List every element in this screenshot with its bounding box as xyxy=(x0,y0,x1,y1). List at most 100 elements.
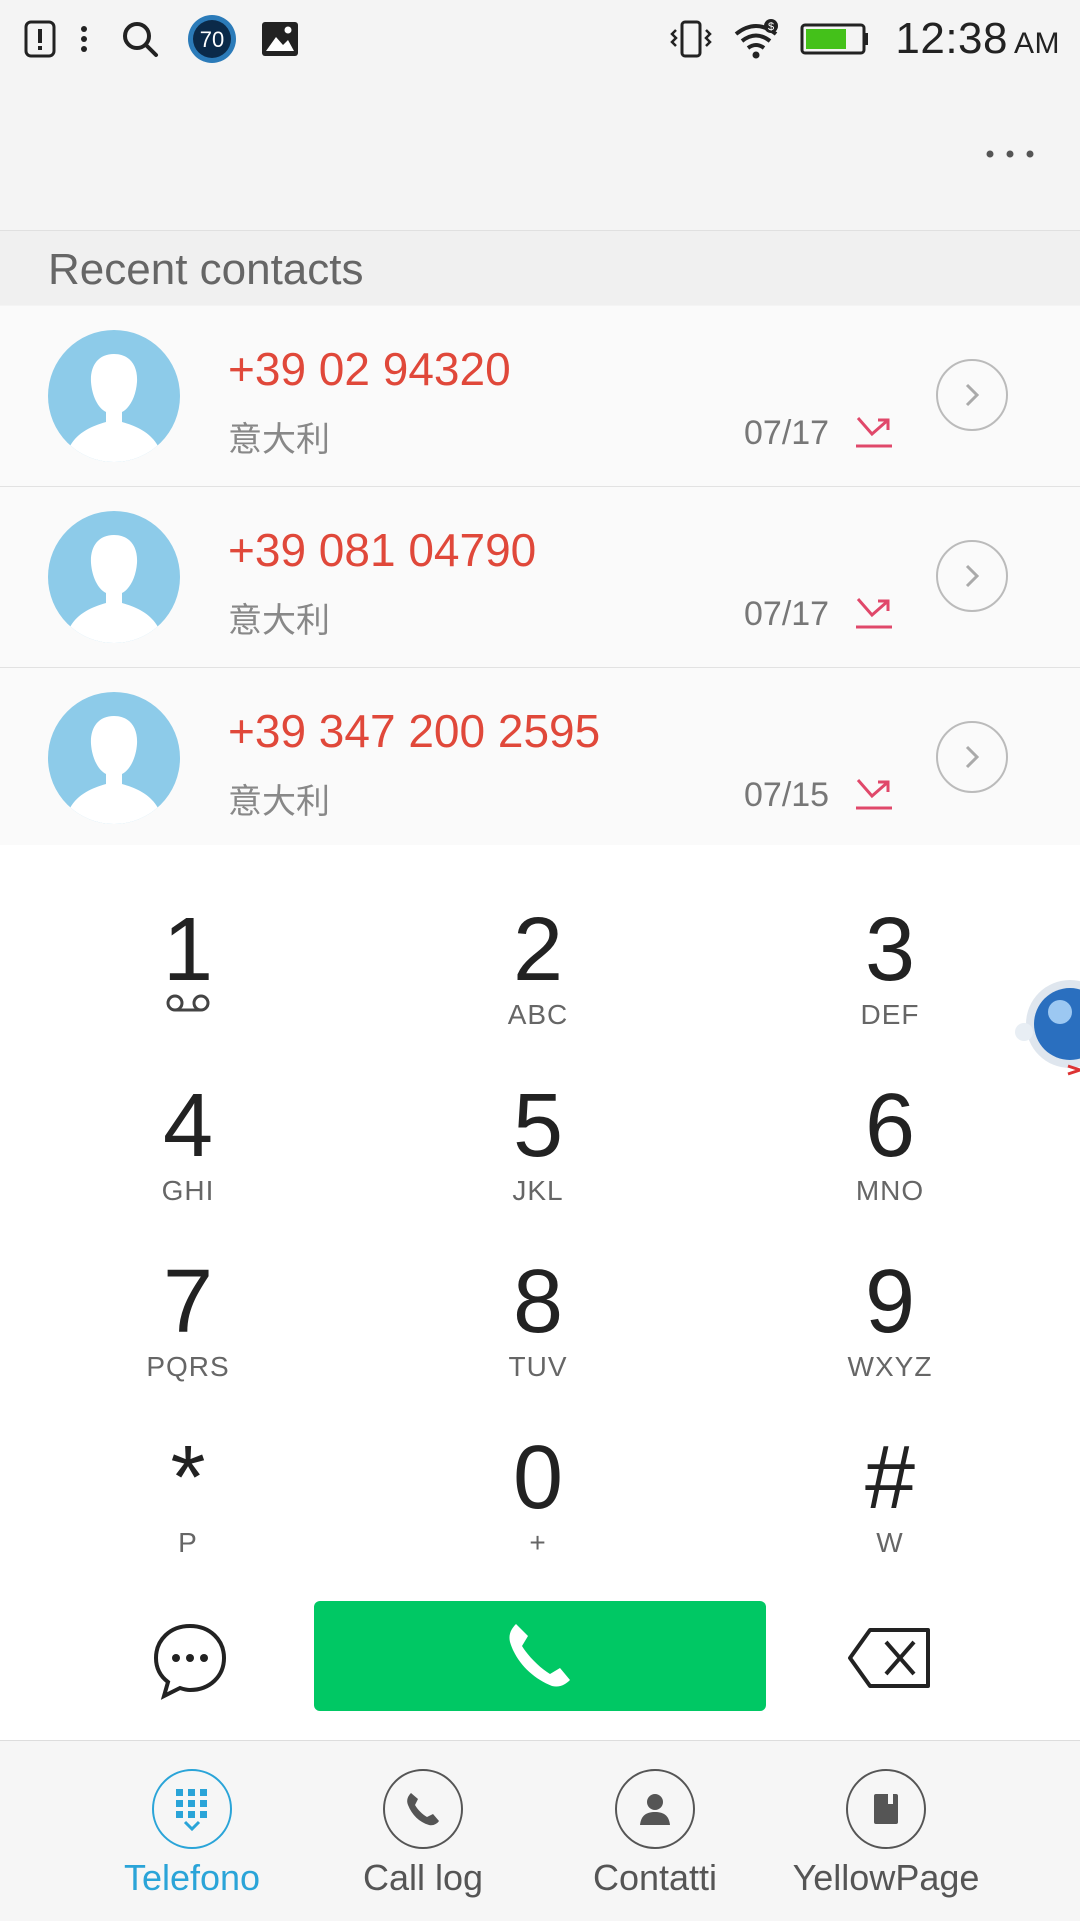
person-silhouette-icon xyxy=(70,716,158,824)
battery-icon xyxy=(799,22,871,56)
key-letters: W xyxy=(876,1527,904,1558)
key-digit: 0 xyxy=(512,1428,564,1528)
key-letters: WXYZ xyxy=(847,1351,933,1382)
more-horiz-icon xyxy=(986,150,1034,158)
section-title: Recent contacts xyxy=(48,245,364,294)
phone-icon xyxy=(509,1624,570,1687)
contact-row[interactable]: +39 02 94320 意大利 07/17 xyxy=(0,306,1080,487)
chevron-right-icon xyxy=(965,745,980,769)
image-icon xyxy=(258,21,302,57)
clock-ampm: AM xyxy=(1014,27,1060,60)
dialpad-key-9[interactable]: 9 WXYZ xyxy=(740,1239,1040,1399)
nav-tab-call-log[interactable]: Call log xyxy=(313,1769,533,1919)
key-digit: 7 xyxy=(162,1252,214,1352)
missed-call-icon xyxy=(856,598,892,629)
overflow-menu-button[interactable] xyxy=(980,138,1040,170)
clock-time: 12:38 xyxy=(895,14,1008,63)
nav-tab-yellowpage[interactable]: YellowPage xyxy=(776,1769,996,1919)
avatar xyxy=(48,330,180,462)
dialpad-key-6[interactable]: 6 MNO xyxy=(740,1063,1040,1223)
contact-date: 07/17 xyxy=(744,414,830,452)
message-bubble-icon xyxy=(153,1623,227,1700)
dialpad-key-3[interactable]: 3 DEF xyxy=(740,887,1040,1047)
voicemail-icon xyxy=(166,994,210,1012)
contact-date: 07/17 xyxy=(744,595,830,633)
nav-tab-contatti[interactable]: Contatti xyxy=(545,1769,765,1919)
contact-number: +39 081 04790 xyxy=(228,524,537,576)
badge-70-icon: 70 xyxy=(186,13,238,65)
dialpad-key-hash[interactable]: # W xyxy=(740,1415,1040,1575)
key-letters: GHI xyxy=(161,1175,215,1206)
dialpad-key-star[interactable]: * P xyxy=(38,1415,338,1575)
dialpad-key-4[interactable]: 4 GHI xyxy=(38,1063,338,1223)
call-button[interactable] xyxy=(314,1601,766,1711)
key-digit: 6 xyxy=(864,1076,916,1176)
contact-number: +39 347 200 2595 xyxy=(228,705,601,757)
person-icon xyxy=(640,1794,670,1825)
nav-label: Telefono xyxy=(123,1857,261,1898)
key-letters: JKL xyxy=(512,1175,564,1206)
contact-row[interactable]: +39 347 200 2595 意大利 07/15 xyxy=(0,668,1080,848)
nav-tab-telefono[interactable]: Telefono xyxy=(82,1769,302,1919)
key-letters: + xyxy=(529,1527,547,1558)
message-button[interactable] xyxy=(150,1620,230,1700)
status-right: $ 12:38 AM xyxy=(669,12,1060,66)
chevron-right-icon xyxy=(965,383,980,407)
recent-contacts-header: Recent contacts xyxy=(0,231,1080,305)
app-bar xyxy=(0,78,1080,231)
nav-label: YellowPage xyxy=(792,1857,980,1898)
contact-detail-button[interactable] xyxy=(936,359,1008,431)
alert-icon xyxy=(20,19,60,59)
avatar xyxy=(48,511,180,643)
key-letters: PQRS xyxy=(146,1351,230,1382)
clock: 12:38 AM xyxy=(895,14,1060,64)
key-letters: TUV xyxy=(508,1351,568,1382)
person-silhouette-icon xyxy=(70,354,158,462)
contact-detail-button[interactable] xyxy=(936,540,1008,612)
key-digit: 5 xyxy=(512,1076,564,1176)
missed-call-icon xyxy=(856,779,892,810)
key-digit: 2 xyxy=(512,900,564,1000)
dialpad-key-7[interactable]: 7 PQRS xyxy=(38,1239,338,1399)
key-digit: # xyxy=(864,1428,916,1528)
dialpad-key-5[interactable]: 5 JKL xyxy=(388,1063,688,1223)
status-bar: 70 $ 12:38 AM xyxy=(0,0,1080,78)
contact-number: +39 02 94320 xyxy=(228,343,511,395)
avatar xyxy=(48,692,180,824)
key-letters: DEF xyxy=(860,999,920,1030)
key-digit: 4 xyxy=(162,1076,214,1176)
contact-date: 07/15 xyxy=(744,776,830,814)
key-letters: P xyxy=(178,1527,198,1558)
dialpad-key-8[interactable]: 8 TUV xyxy=(388,1239,688,1399)
dialpad-icon xyxy=(176,1789,207,1831)
key-digit: 8 xyxy=(512,1252,564,1352)
more-vert-icon xyxy=(70,24,98,54)
key-digit: 3 xyxy=(864,900,916,1000)
nav-label: Contatti xyxy=(592,1857,718,1898)
missed-call-icon xyxy=(856,417,892,448)
nav-icon-circle xyxy=(846,1769,926,1849)
action-row xyxy=(0,1590,1080,1740)
bottom-nav: Telefono Call log Contatti YellowPage xyxy=(0,1740,1080,1921)
contact-detail-button[interactable] xyxy=(936,721,1008,793)
dialpad-key-1[interactable]: 1 xyxy=(38,887,338,1047)
contact-location: 意大利 xyxy=(228,421,330,459)
dialpad-key-2[interactable]: 2 ABC xyxy=(388,887,688,1047)
backspace-button[interactable] xyxy=(846,1626,932,1690)
badge-70-text: 70 xyxy=(200,27,224,52)
key-letters: ABC xyxy=(507,999,569,1030)
phone-icon xyxy=(407,1793,439,1826)
contact-row[interactable]: +39 081 04790 意大利 07/17 xyxy=(0,487,1080,668)
contact-location: 意大利 xyxy=(228,783,330,821)
key-digit: * xyxy=(170,1428,206,1528)
wifi-icon: $ xyxy=(731,18,781,60)
key-digit: 1 xyxy=(162,900,214,1000)
key-digit: 9 xyxy=(864,1252,916,1352)
dialpad-key-0[interactable]: 0 + xyxy=(388,1415,688,1575)
search-icon xyxy=(116,19,164,59)
nav-icon-circle xyxy=(383,1769,463,1849)
backspace-icon xyxy=(848,1628,930,1688)
person-silhouette-icon xyxy=(70,535,158,643)
floating-assistant-icon[interactable] xyxy=(1012,966,1080,1076)
key-letters: MNO xyxy=(855,1175,925,1206)
